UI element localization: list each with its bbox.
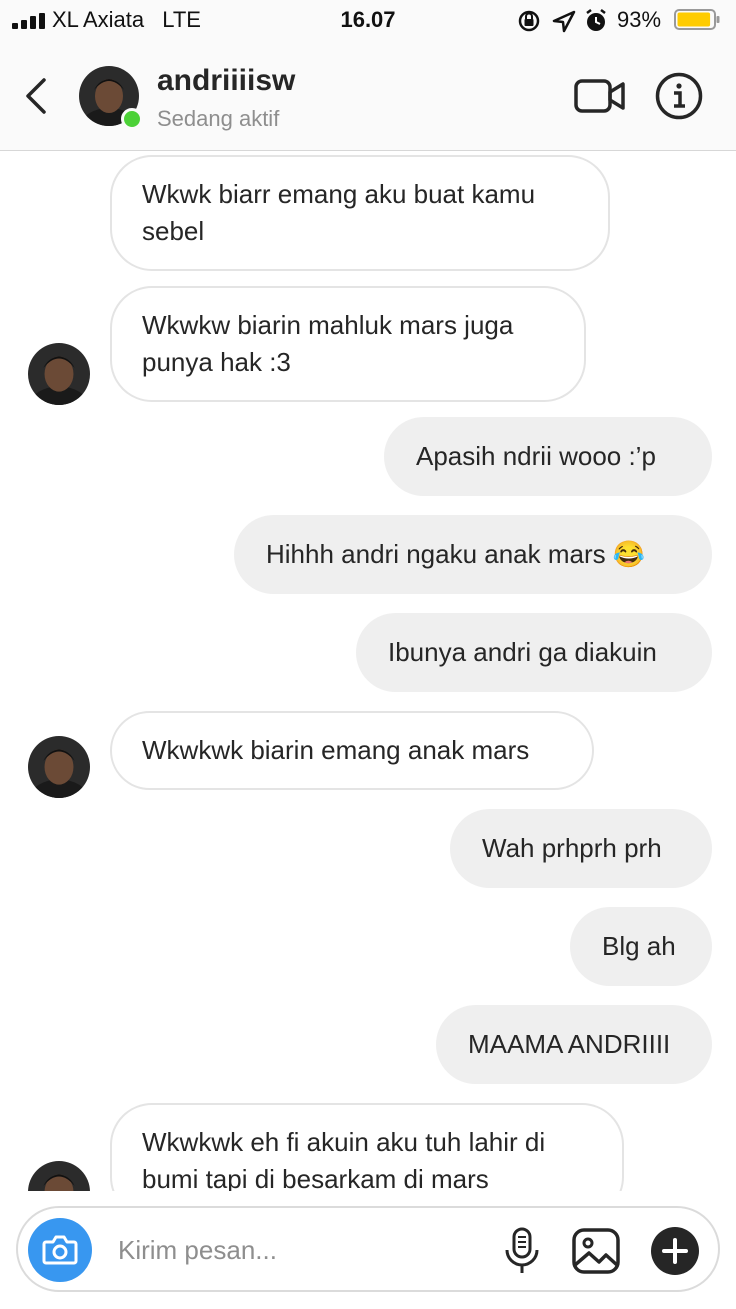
camera-icon: [42, 1235, 78, 1265]
battery-icon: [674, 9, 720, 30]
video-camera-icon[interactable]: [574, 76, 626, 116]
message-bubble-outgoing[interactable]: Apasih ndrii wooo :’p: [384, 417, 712, 496]
message-line: Wkwk biarr emang aku buat kamu: [142, 179, 536, 209]
microphone-icon[interactable]: [502, 1226, 542, 1276]
avatar[interactable]: [28, 736, 90, 798]
message-bubble-outgoing[interactable]: MAAMA ANDRIIII: [436, 1005, 712, 1084]
chat-header: andriiiisw Sedang aktif: [0, 44, 736, 151]
message-line: Wah prhprh prh: [482, 833, 662, 863]
message-bubble-incoming[interactable]: Wkwkw biarin mahluk mars juga punya hak …: [110, 286, 586, 402]
message-bubble-outgoing[interactable]: Hihhh andri ngaku anak mars 😂: [234, 515, 712, 594]
message-line: bumi tapi di besarkam di mars: [142, 1164, 489, 1191]
avatar[interactable]: [28, 343, 90, 405]
message-line: Wkwkwk biarin emang anak mars: [142, 735, 530, 765]
message-bubble-outgoing[interactable]: Wah prhprh prh: [450, 809, 712, 888]
online-status-dot: [121, 108, 143, 130]
message-thread[interactable]: Wkwk biarr emang aku buat kamu sebel Wkw…: [0, 151, 736, 1191]
message-line: punya hak :3: [142, 347, 291, 377]
camera-button[interactable]: [28, 1218, 92, 1282]
message-line: Hihhh andri ngaku anak mars 😂: [266, 539, 646, 569]
message-line: sebel: [142, 216, 205, 246]
plus-button[interactable]: [651, 1227, 699, 1275]
rotation-lock-icon: [518, 10, 540, 32]
image-icon[interactable]: [571, 1227, 621, 1275]
message-line: Blg ah: [602, 931, 676, 961]
message-bubble-incoming[interactable]: Wkwkwk biarin emang anak mars: [110, 711, 594, 790]
info-icon[interactable]: [655, 72, 703, 120]
alarm-icon: [586, 9, 606, 31]
message-line: Ibunya andri ga diakuin: [388, 637, 657, 667]
message-line: Wkwkwk eh fi akuin aku tuh lahir di: [142, 1127, 546, 1157]
message-bubble-outgoing[interactable]: Ibunya andri ga diakuin: [356, 613, 712, 692]
chevron-left-icon[interactable]: [22, 76, 50, 116]
message-bubble-incoming[interactable]: Wkwkwk eh fi akuin aku tuh lahir di bumi…: [110, 1103, 624, 1191]
avatar[interactable]: [28, 1161, 90, 1191]
message-line: MAAMA ANDRIIII: [468, 1029, 671, 1059]
status-icons: [518, 9, 606, 33]
message-bubble-outgoing[interactable]: Blg ah: [570, 907, 712, 986]
location-arrow-icon: [552, 10, 576, 33]
plus-icon: [662, 1238, 688, 1264]
message-bubble-incoming[interactable]: Wkwk biarr emang aku buat kamu sebel: [110, 155, 610, 271]
chat-username[interactable]: andriiiisw: [157, 64, 295, 98]
battery-percentage: 93%: [617, 7, 662, 32]
status-bar: XL Axiata LTE 16.07 93%: [0, 0, 736, 44]
message-input[interactable]: [118, 1230, 478, 1270]
message-composer: [16, 1206, 720, 1292]
activity-status: Sedang aktif: [157, 106, 280, 131]
message-line: Wkwkw biarin mahluk mars juga: [142, 310, 514, 340]
message-line: Apasih ndrii wooo :’p: [416, 441, 656, 471]
